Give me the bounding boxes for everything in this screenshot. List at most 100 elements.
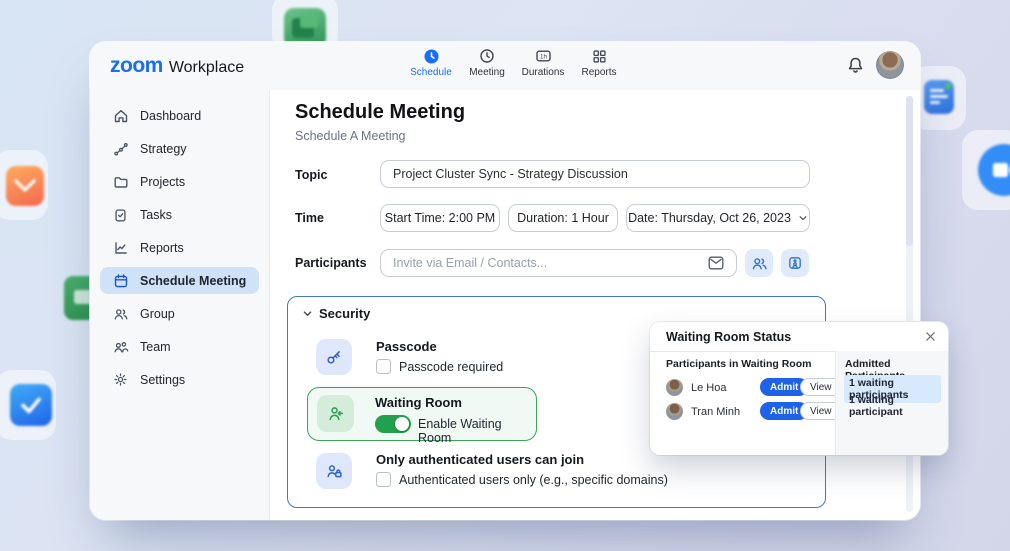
zoom-workplace-logo: zoom Workplace	[110, 54, 244, 78]
duration-value: Duration: 1 Hour	[517, 211, 609, 225]
page-subtitle: Schedule A Meeting	[295, 129, 406, 143]
passcode-checkbox[interactable]	[376, 359, 391, 374]
sidebar-item-label: Group	[140, 307, 175, 321]
chat-app-icon	[924, 80, 954, 114]
clock-icon	[479, 47, 495, 65]
import-contacts-button[interactable]	[781, 249, 809, 277]
mail-app-icon	[6, 166, 44, 206]
sidebar-item-dashboard[interactable]: Dashboard	[100, 102, 259, 129]
folder-icon	[113, 174, 129, 190]
date-picker[interactable]: Date: Thursday, Oct 26, 2023	[626, 204, 810, 232]
sidebar: Dashboard Strategy Projects Tasks Report…	[90, 90, 270, 520]
auth-users-title: Only authenticated users can join	[376, 452, 584, 467]
sidebar-item-label: Tasks	[140, 208, 172, 222]
waiting-room-title: Waiting Room	[375, 395, 462, 410]
sidebar-item-label: Settings	[140, 373, 185, 387]
user-avatar[interactable]	[876, 51, 904, 79]
topic-input[interactable]	[380, 160, 810, 188]
close-icon[interactable]	[924, 330, 937, 343]
waiting-room-toggle-label: Enable Waiting Room	[418, 417, 536, 445]
auth-users-checkbox[interactable]	[376, 472, 391, 487]
passcode-checkbox-label: Passcode required	[399, 360, 503, 374]
chart-icon	[113, 240, 129, 256]
scrollbar-thumb[interactable]	[906, 96, 913, 246]
invite-input[interactable]	[380, 249, 737, 277]
sidebar-item-label: Dashboard	[140, 109, 201, 123]
participant-name: Tran Minh	[691, 406, 740, 418]
admitted-participants-column: Admitted Participants 1 waiting particip…	[835, 351, 948, 455]
topic-label: Topic	[295, 168, 327, 182]
logo-zoom-text: zoom	[110, 54, 163, 78]
panel-title: Waiting Room Status	[666, 330, 791, 344]
sidebar-item-label: Reports	[140, 241, 184, 255]
home-icon	[113, 108, 129, 124]
trend-icon	[113, 141, 129, 157]
sidebar-item-tasks[interactable]: Tasks	[100, 201, 259, 228]
desktop-background: zoom Workplace Schedule Meeting	[0, 0, 1010, 551]
logo-workplace-text: Workplace	[169, 59, 244, 77]
time-label: Time	[295, 211, 324, 225]
chevron-down-icon	[798, 213, 808, 223]
admitted-item[interactable]: 1 waiting participant	[844, 392, 941, 420]
nav-tab-meeting[interactable]: Meeting	[464, 47, 510, 78]
calendar-icon	[113, 273, 129, 289]
waiting-participant-row: Le Hoa Admit View	[650, 377, 835, 399]
panel-header: Waiting Room Status	[650, 322, 948, 352]
nav-tab-durations[interactable]: 1h Durations	[520, 47, 566, 78]
contacts-button[interactable]	[745, 249, 773, 277]
top-navigation: Schedule Meeting 1h Durations	[408, 47, 622, 78]
nav-tab-label: Reports	[581, 67, 616, 78]
sidebar-item-label: Strategy	[140, 142, 187, 156]
waiting-participant-row: Tran Minh Admit View	[650, 401, 835, 423]
security-title: Security	[319, 306, 370, 321]
team-icon	[113, 339, 129, 355]
sidebar-item-label: Schedule Meeting	[140, 274, 246, 288]
sidebar-item-projects[interactable]: Projects	[100, 168, 259, 195]
security-section-header[interactable]: Security	[302, 306, 370, 321]
notifications-bell-icon[interactable]	[846, 56, 866, 76]
mail-icon	[708, 256, 724, 270]
grid-icon	[592, 47, 607, 65]
participant-avatar	[666, 403, 683, 420]
start-time-picker[interactable]: Start Time: 2:00 PM	[380, 204, 500, 232]
key-icon	[316, 339, 352, 375]
sidebar-item-schedule-meeting[interactable]: Schedule Meeting	[100, 267, 259, 294]
duration-1h-icon: 1h	[535, 47, 552, 65]
sidebar-item-team[interactable]: Team	[100, 333, 259, 360]
main-content: Schedule Meeting Schedule A Meeting Topi…	[270, 90, 920, 520]
people-icon	[751, 255, 768, 272]
app-header: zoom Workplace Schedule Meeting	[90, 42, 920, 91]
sidebar-item-settings[interactable]: Settings	[100, 366, 259, 393]
passcode-title: Passcode	[376, 339, 437, 354]
sidebar-item-strategy[interactable]: Strategy	[100, 135, 259, 162]
nav-tab-label: Schedule	[410, 67, 452, 78]
duration-picker[interactable]: Duration: 1 Hour	[508, 204, 618, 232]
toggle-knob	[395, 417, 409, 431]
sidebar-item-reports[interactable]: Reports	[100, 234, 259, 261]
nav-tab-label: Meeting	[469, 67, 505, 78]
auth-users-checkbox-row: Authenticated users only (e.g., specific…	[376, 472, 668, 487]
sidebar-item-group[interactable]: Group	[100, 300, 259, 327]
waiting-participants-column: Participants in Waiting Room Le Hoa Admi…	[650, 351, 835, 455]
sidebar-item-label: Team	[140, 340, 171, 354]
svg-text:1h: 1h	[540, 53, 547, 60]
nav-tab-schedule[interactable]: Schedule	[408, 47, 454, 78]
chevron-down-icon	[302, 308, 313, 319]
person-upload-icon	[787, 255, 803, 271]
gear-icon	[113, 372, 129, 388]
person-lock-icon	[316, 453, 352, 489]
participant-name: Le Hoa	[691, 382, 726, 394]
nav-tab-reports[interactable]: Reports	[576, 47, 622, 78]
people-icon	[113, 306, 129, 322]
clipboard-check-icon	[113, 207, 129, 223]
passcode-checkbox-row: Passcode required	[376, 359, 503, 374]
nav-tab-label: Durations	[522, 67, 565, 78]
participants-label: Participants	[295, 256, 367, 270]
start-time-value: Start Time: 2:00 PM	[385, 211, 495, 225]
date-value: Date: Thursday, Oct 26, 2023	[628, 211, 791, 225]
waiting-room-toggle[interactable]	[375, 415, 411, 433]
waiting-room-status-panel: Waiting Room Status Participants in Wait…	[650, 322, 948, 455]
sidebar-item-label: Projects	[140, 175, 185, 189]
participant-avatar	[666, 379, 683, 396]
waiting-heading: Participants in Waiting Room	[666, 358, 811, 370]
